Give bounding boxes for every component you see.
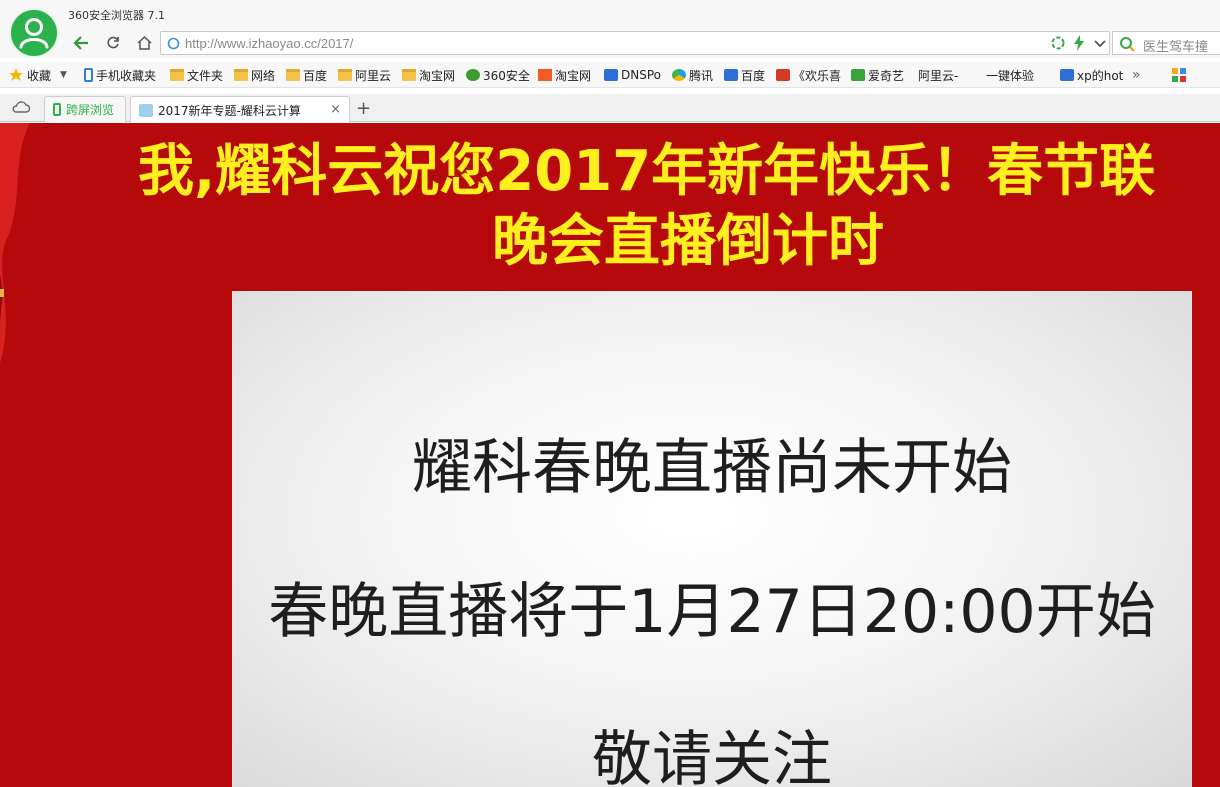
headline-line-2: 晚会直播倒计时	[492, 209, 884, 274]
new-tab-button[interactable]: +	[356, 98, 371, 119]
bookmark-item[interactable]: 百度	[286, 66, 327, 84]
bookmark-item[interactable]: 阿里云-	[918, 66, 959, 203]
bookmark-label: 阿里云	[355, 68, 392, 83]
bookmark-label: 阿里云-	[918, 68, 959, 83]
phone-icon	[84, 68, 93, 82]
folder-icon	[338, 69, 352, 81]
bookmark-item[interactable]: 淘宝网	[402, 66, 455, 84]
qq-icon	[672, 69, 686, 81]
bookmark-item[interactable]: 360安全	[466, 66, 530, 84]
bookmark-label: DNSPo	[621, 68, 661, 82]
bookmark-item[interactable]: 《欢乐喜	[776, 66, 841, 84]
bookmark-label: 一键体验	[986, 68, 1035, 83]
dnspod-icon	[604, 69, 618, 81]
bookmark-label: 百度	[741, 68, 766, 83]
star-icon	[8, 68, 24, 82]
speedup-icon[interactable]	[1051, 36, 1065, 50]
tab-label: 跨屏浏览	[66, 103, 115, 117]
bookmark-item[interactable]: 爱奇艺	[851, 66, 904, 84]
title-bar: 360安全浏览器 7.1	[0, 0, 1220, 28]
bookmarks-overflow-button[interactable]: »	[1132, 66, 1141, 84]
bookmark-item[interactable]: 百度	[724, 66, 765, 84]
bookmark-item[interactable]: 一键体验	[986, 66, 1035, 203]
countdown-panel: 耀科春晚直播尚未开始 春晚直播将于1月27日20:00开始 敬请关注	[232, 291, 1192, 787]
bookmark-label: 淘宝网	[419, 68, 456, 83]
phone-icon	[53, 103, 61, 116]
taobao-icon	[538, 69, 552, 81]
tab-label: 2017新年专题-耀科云计算	[158, 103, 301, 118]
url-text: http://www.izhaoyao.cc/2017/	[185, 36, 354, 51]
refresh-icon	[107, 36, 119, 49]
folder-icon	[234, 69, 248, 81]
refresh-button[interactable]	[100, 31, 126, 55]
bookmark-item[interactable]: 文件夹	[170, 66, 223, 84]
bookmarks-bar: 收藏 ▼ 手机收藏夹 文件夹 网络 百度 阿里云 淘宝网 360安全 淘宝网 D…	[0, 62, 1220, 203]
bookmark-label: 网络	[251, 68, 276, 83]
tab-bar: 跨屏浏览 2017新年专题-耀科云计算 × +	[0, 94, 1220, 123]
bookmark-item[interactable]: 淘宝网	[538, 66, 591, 84]
dropdown-chevron-icon[interactable]	[1093, 39, 1107, 49]
bookmark-item[interactable]: 阿里云	[338, 66, 391, 84]
bookmark-item[interactable]: DNSPo	[604, 66, 661, 84]
bookmark-label: 爱奇艺	[868, 68, 905, 83]
chevron-down-icon[interactable]: ▼	[60, 70, 67, 80]
headline-line-1: 我,耀科云祝您2017年新年快乐！春节联	[138, 139, 1156, 204]
stage-curtain-decoration	[0, 123, 30, 363]
tab-active[interactable]: 2017新年专题-耀科云计算 ×	[130, 96, 350, 123]
home-icon	[136, 36, 152, 50]
web-page: 我,耀科云祝您2017年新年快乐！春节联 晚会直播倒计时 耀科春晚直播尚未开始 …	[0, 123, 1220, 787]
bookmark-label: 文件夹	[187, 68, 224, 83]
site-favicon-icon	[139, 103, 153, 117]
schedule-message: 春晚直播将于1月27日20:00开始	[268, 577, 1156, 647]
search-icon	[1120, 37, 1135, 52]
360-icon	[466, 69, 480, 81]
back-arrow-icon	[73, 36, 88, 50]
address-input[interactable]: http://www.izhaoyao.cc/2017/	[160, 31, 1110, 55]
bookmark-label: 360安全	[483, 68, 530, 83]
search-text: 医生驾车撞	[1143, 40, 1209, 55]
status-message: 耀科春晚直播尚未开始	[412, 433, 1012, 503]
bookmark-item[interactable]: 网络	[234, 66, 275, 84]
lightning-icon[interactable]	[1073, 35, 1085, 51]
globe-icon	[167, 37, 180, 50]
home-button[interactable]	[131, 31, 157, 55]
bookmark-label: 收藏	[27, 68, 52, 83]
bookmark-favorites[interactable]: 收藏 ▼	[8, 66, 67, 84]
back-button[interactable]	[68, 31, 94, 55]
bookmark-label: 淘宝网	[555, 68, 592, 83]
bookmark-item[interactable]: 手机收藏夹	[84, 66, 156, 84]
follow-message: 敬请关注	[592, 725, 832, 787]
close-icon[interactable]: ×	[330, 102, 341, 117]
letv-icon	[776, 69, 790, 81]
bookmark-label: 《欢乐喜	[793, 68, 842, 83]
navigation-bar: http://www.izhaoyao.cc/2017/ 医生驾车撞	[0, 28, 1220, 58]
bookmark-item[interactable]: 腾讯	[672, 66, 713, 84]
folder-icon	[170, 69, 184, 81]
bookmark-label: 百度	[303, 68, 328, 83]
search-input[interactable]: 医生驾车撞	[1112, 31, 1220, 55]
bookmark-label: 腾讯	[689, 68, 714, 83]
user-avatar-icon[interactable]	[9, 8, 59, 58]
cloud-icon[interactable]	[12, 100, 31, 116]
folder-icon	[286, 69, 300, 81]
iqiyi-icon	[851, 69, 865, 81]
baidu-paw-icon	[1060, 69, 1074, 81]
bookmark-label: xp的hot	[1077, 68, 1124, 83]
bookmark-label: 手机收藏夹	[96, 68, 157, 83]
folder-icon	[402, 69, 416, 81]
apps-grid-icon[interactable]	[1172, 66, 1188, 84]
baidu-paw-icon	[724, 69, 738, 81]
bookmark-item[interactable]: xp的hot	[1060, 66, 1123, 84]
app-title: 360安全浏览器 7.1	[68, 9, 165, 22]
tab-cross-screen[interactable]: 跨屏浏览	[44, 96, 126, 122]
